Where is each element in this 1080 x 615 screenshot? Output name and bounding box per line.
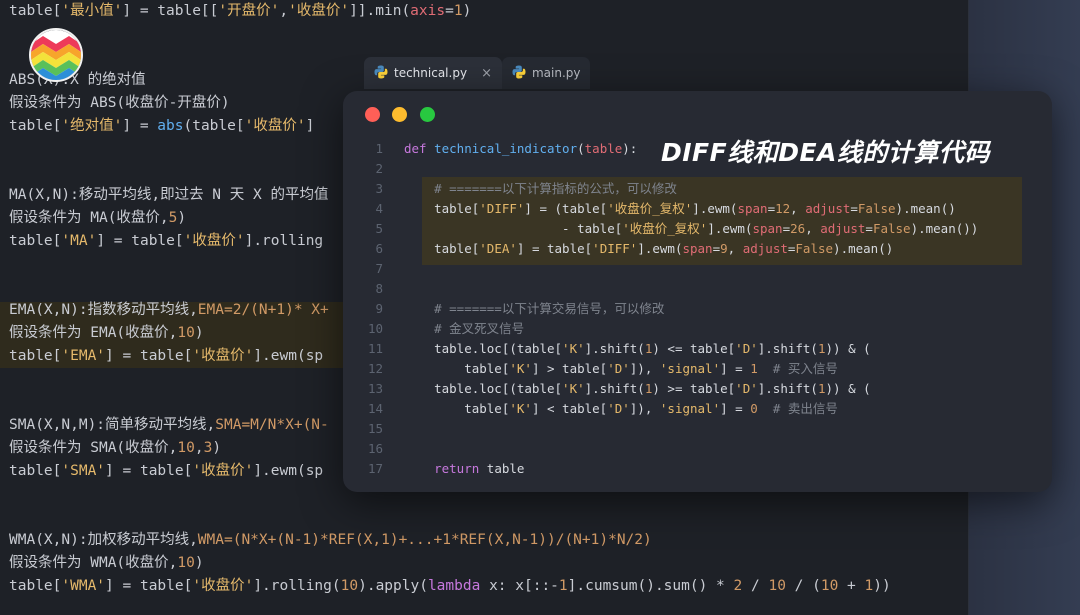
tab-main-py[interactable]: main.py	[501, 57, 591, 89]
code-line: # =======以下计算指标的公式，可以修改	[404, 181, 677, 196]
colorful-logo-icon	[29, 28, 83, 82]
code-line: ABS(X):X 的绝对值	[9, 72, 146, 88]
code-line: table['SMA'] = table['收盘价'].ewm(sp	[9, 463, 324, 479]
code-line: table['绝对值'] = abs(table['收盘价']	[9, 118, 315, 134]
maximize-window-button[interactable]	[420, 107, 435, 122]
code-line: table.loc[(table['K'].shift(1) <= table[…	[404, 341, 871, 356]
window-title: DIFF线和DEA线的计算代码	[661, 138, 990, 167]
code-line: def technical_indicator(table):	[404, 141, 638, 156]
line-number: 1	[375, 141, 383, 156]
line-number: 8	[375, 281, 383, 296]
code-line: return table	[404, 461, 525, 476]
minimize-window-button[interactable]	[392, 107, 407, 122]
tab-label: main.py	[531, 66, 581, 80]
code-line: table['WMA'] = table['收盘价'].rolling(10).…	[9, 578, 891, 594]
close-tab-icon[interactable]: ×	[481, 66, 492, 81]
line-number: 9	[375, 301, 383, 316]
line-number: 11	[367, 341, 383, 356]
code-line: - table['收盘价_复权'].ewm(span=26, adjust=Fa…	[404, 221, 979, 236]
tab-technical-py[interactable]: technical.py ×	[364, 57, 502, 89]
code-line: table['K'] > table['D']), 'signal'] = 1 …	[404, 361, 838, 376]
line-number: 14	[367, 401, 383, 416]
code-line: EMA(X,N):指数移动平均线,EMA=2/(N+1)* X+	[9, 302, 329, 318]
line-number: 15	[367, 421, 383, 436]
line-number: 3	[375, 181, 383, 196]
code-line: 假设条件为 ABS(收盘价-开盘价)	[9, 95, 230, 111]
close-window-button[interactable]	[365, 107, 380, 122]
line-number: 13	[367, 381, 383, 396]
code-line: 假设条件为 MA(收盘价,5)	[9, 210, 187, 226]
code-window[interactable]: DIFF线和DEA线的计算代码 1 2 3 4 5 6 7 8 9 10 11 …	[343, 91, 1052, 492]
line-number: 2	[375, 161, 383, 176]
line-number: 7	[375, 261, 383, 276]
code-line: table['EMA'] = table['收盘价'].ewm(sp	[9, 348, 324, 364]
python-file-icon	[374, 65, 388, 82]
code-line: SMA(X,N,M):简单移动平均线,SMA=M/N*X+(N-	[9, 417, 329, 433]
code-line: MA(X,N):移动平均线,即过去 N 天 X 的平均值	[9, 187, 329, 203]
screen: { "background_editor": { "lines": [ "tab…	[0, 0, 1080, 615]
line-number: 10	[367, 321, 383, 336]
python-file-icon	[512, 65, 526, 82]
line-number: 12	[367, 361, 383, 376]
code-line: # =======以下计算交易信号，可以修改	[404, 301, 665, 316]
code-line: table['MA'] = table['收盘价'].rolling	[9, 233, 324, 249]
code-line: 假设条件为 WMA(收盘价,10)	[9, 555, 204, 571]
line-number: 5	[375, 221, 383, 236]
line-number: 17	[367, 461, 383, 476]
code-line: 假设条件为 EMA(收盘价,10)	[9, 325, 204, 341]
code-line: table.loc[(table['K'].shift(1) >= table[…	[404, 381, 871, 396]
code-line: table['DIFF'] = (table['收盘价_复权'].ewm(spa…	[404, 201, 956, 216]
code-line: table['K'] < table['D']), 'signal'] = 0 …	[404, 401, 838, 416]
line-number: 4	[375, 201, 383, 216]
tab-label: technical.py	[394, 66, 468, 80]
code-line: 假设条件为 SMA(收盘价,10,3)	[9, 440, 222, 456]
code-line: table['DEA'] = table['DIFF'].ewm(span=9,…	[404, 241, 894, 256]
tab-bar: technical.py × main.py	[364, 57, 591, 89]
line-number: 16	[367, 441, 383, 456]
code-line: table['最小值'] = table[['开盘价','收盘价']].min(…	[9, 3, 472, 19]
code-line: WMA(X,N):加权移动平均线,WMA=(N*X+(N-1)*REF(X,1)…	[9, 532, 652, 548]
line-number: 6	[375, 241, 383, 256]
code-line: # 金叉死叉信号	[404, 321, 525, 336]
